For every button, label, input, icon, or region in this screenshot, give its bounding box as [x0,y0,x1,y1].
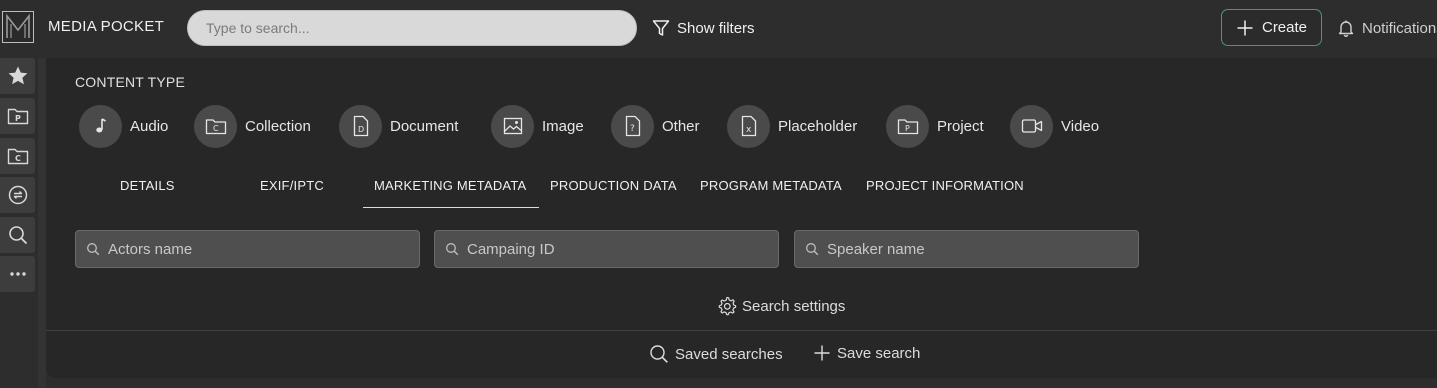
filter-icon [652,20,670,36]
search-icon [806,243,819,256]
music-note-icon [79,104,122,148]
speaker-name-field[interactable] [794,230,1139,268]
content-type-other[interactable]: ? Other [611,104,700,148]
sidebar-item-sync[interactable] [0,177,35,213]
search-settings-button[interactable]: Search settings [717,296,845,316]
campaign-id-input[interactable] [467,240,767,258]
content-type-project[interactable]: P Project [886,104,984,148]
left-sidebar: P C [0,58,36,388]
sidebar-item-more[interactable] [0,256,35,292]
collection-icon: C [194,104,237,148]
plus-icon [814,345,830,361]
content-type-collection[interactable]: C Collection [194,104,311,148]
svg-text:C: C [213,124,219,133]
content-type-label: Document [390,117,459,135]
svg-text:P: P [905,124,910,133]
saved-searches-button[interactable]: Saved searches [649,344,783,364]
search-icon [8,226,27,245]
actors-name-input[interactable] [108,240,408,258]
show-filters-button[interactable]: Show filters [652,16,755,40]
content-type-label: Video [1061,117,1100,135]
saved-searches-label: Saved searches [675,345,783,363]
tab-details[interactable]: DETAILS [120,178,175,193]
active-tab-indicator [363,207,539,208]
svg-text:P: P [15,114,21,123]
tab-production-data[interactable]: PRODUCTION DATA [550,178,677,193]
content-type-label: Image [542,117,584,135]
other-file-icon: ? [611,104,654,148]
save-search-button[interactable]: Save search [813,344,920,362]
svg-text:x: x [746,125,752,135]
sidebar-item-favorites[interactable] [0,58,35,94]
search-icon [446,243,459,256]
video-icon [1010,104,1053,148]
filter-panel: CONTENT TYPE Audio C Collection D Docume… [46,58,1437,378]
placeholder-icon: x [727,104,770,148]
brand-name: MEDIA POCKET [48,18,165,35]
project-icon: P [886,104,929,148]
footer-divider [46,330,1437,331]
gear-icon [718,296,737,316]
sidebar-item-search[interactable] [0,217,35,253]
actors-name-field[interactable] [75,230,420,268]
tab-program-metadata[interactable]: PROGRAM METADATA [700,178,842,193]
svg-text:?: ? [630,124,635,134]
content-type-label: Project [937,117,984,135]
content-type-title: CONTENT TYPE [75,74,186,90]
content-type-document[interactable]: D Document [339,104,458,148]
image-icon [491,104,534,148]
global-search-input[interactable] [187,10,637,46]
more-icon [9,272,26,276]
tab-marketing-metadata[interactable]: MARKETING METADATA [374,178,526,193]
search-icon [87,243,100,256]
content-type-image[interactable]: Image [491,104,584,148]
star-icon [8,66,27,85]
app-logo[interactable] [2,11,34,43]
plus-icon [1237,20,1253,35]
svg-text:D: D [358,125,364,134]
content-type-label: Audio [130,117,169,135]
sidebar-item-collections[interactable]: C [0,138,35,174]
content-type-label: Placeholder [778,117,858,135]
document-icon: D [339,104,382,148]
speaker-name-input[interactable] [827,240,1127,258]
collection-folder-icon: C [7,148,28,165]
create-label: Create [1261,19,1308,36]
project-folder-icon: P [7,108,28,125]
tab-project-information[interactable]: PROJECT INFORMATION [866,178,1024,193]
content-type-label: Collection [245,117,311,135]
svg-text:C: C [15,154,21,163]
top-bar: MEDIA POCKET Show filters Create Notific… [0,0,1437,56]
search-icon [650,345,668,363]
create-button[interactable]: Create [1221,9,1322,46]
show-filters-label: Show filters [677,19,755,37]
sync-icon [8,185,27,205]
save-search-label: Save search [837,344,921,362]
sidebar-divider [38,58,46,388]
campaign-id-field[interactable] [434,230,779,268]
tab-exif-iptc[interactable]: EXIF/IPTC [260,178,324,193]
content-type-placeholder[interactable]: x Placeholder [727,104,857,148]
logo-icon [6,13,30,38]
content-type-label: Other [662,117,700,135]
sidebar-item-projects[interactable]: P [0,98,35,134]
notifications-label: Notifications [1362,19,1437,37]
content-type-video[interactable]: Video [1010,104,1099,148]
search-settings-label: Search settings [742,297,846,315]
content-type-audio[interactable]: Audio [79,104,168,148]
notifications-button[interactable]: Notifications [1338,16,1437,40]
bell-icon [1338,20,1354,37]
